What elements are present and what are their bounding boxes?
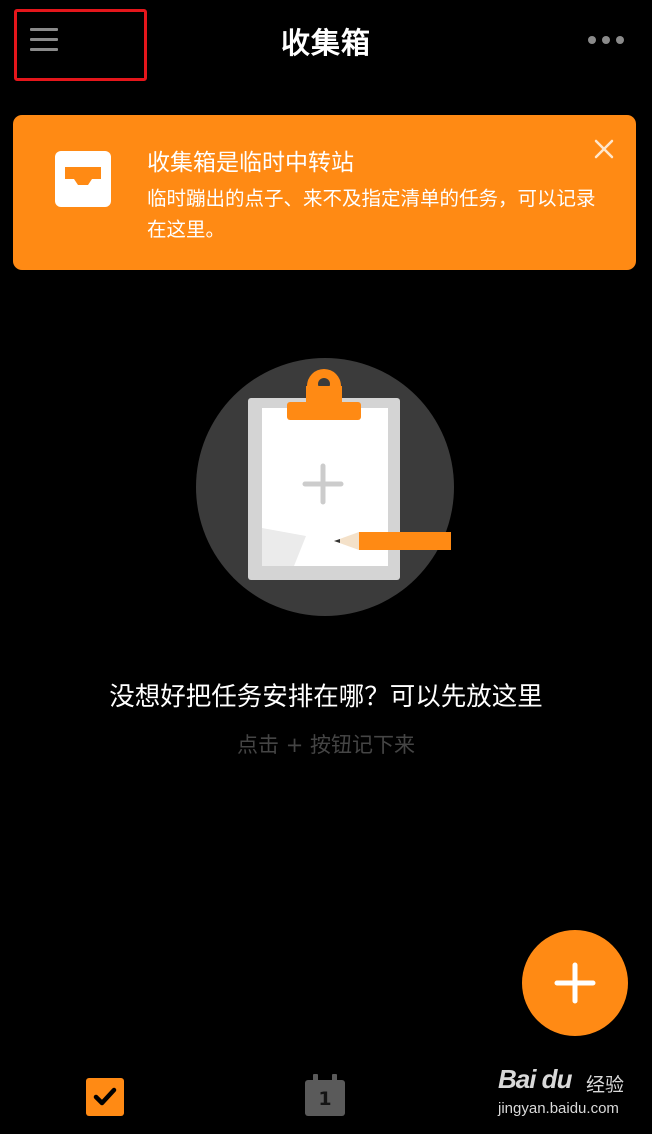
- watermark-url: jingyan.baidu.com: [498, 1100, 619, 1117]
- inbox-info-banner: 收集箱是临时中转站 临时蹦出的点子、来不及指定清单的任务，可以记录在这里。: [13, 115, 636, 270]
- more-button[interactable]: [582, 26, 630, 54]
- empty-state-hint: 点击 + 按钮记下来: [237, 733, 415, 757]
- watermark-brand: Bai du: [498, 1064, 572, 1094]
- empty-state-title: 没想好把任务安排在哪？可以先放这里: [109, 682, 543, 712]
- banner-title: 收集箱是临时中转站: [147, 150, 354, 176]
- add-task-button[interactable]: [522, 930, 628, 1036]
- plus-icon: [554, 962, 596, 1004]
- nav-calendar-tab[interactable]: 1: [305, 1074, 345, 1116]
- banner-description: 临时蹦出的点子、来不及指定清单的任务，可以记录在这里。: [147, 187, 596, 241]
- banner-close-button[interactable]: [592, 137, 616, 161]
- calendar-day-number: 1: [318, 1088, 332, 1110]
- page-title: 收集箱: [280, 26, 371, 60]
- close-icon: [594, 139, 614, 159]
- watermark-brand-cn: 经验: [586, 1074, 625, 1096]
- clipboard-pencil-illustration: [196, 358, 454, 616]
- baidu-watermark: Bai du 经验 jingyan.baidu.com: [498, 1058, 628, 1122]
- inbox-tray-icon: [55, 151, 111, 207]
- checkbox-checked-icon: [93, 1087, 117, 1106]
- nav-tasks-tab[interactable]: [86, 1078, 124, 1116]
